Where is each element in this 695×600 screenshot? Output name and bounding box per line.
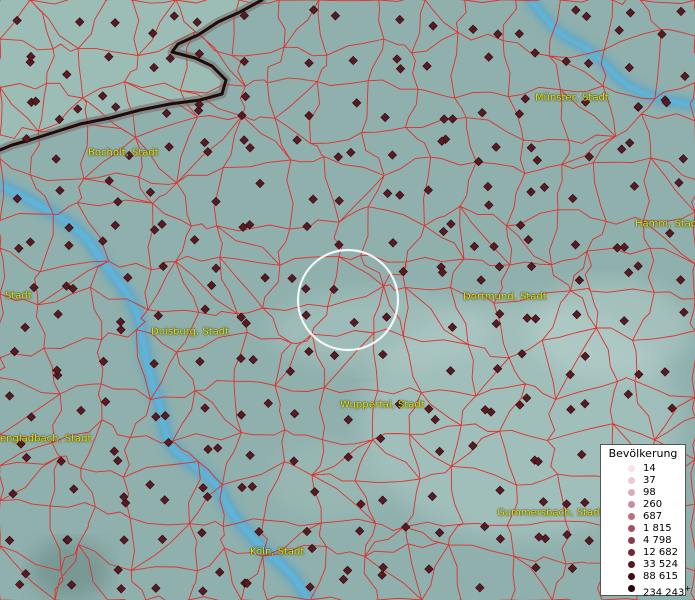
map-view[interactable]: Münster, Stadt Bocholt, Stadt Hamm, Stad… [0,0,695,600]
legend-swatch [628,465,635,472]
legend-entry: 1 815 [601,523,687,535]
legend-value: 234 243 [643,587,685,599]
legend-label: 687 [643,511,663,522]
city-label-bocholt[interactable]: Bocholt, Stadt [88,148,159,159]
city-label-moenchengladbach[interactable]: engladbach, Stadt [0,434,91,445]
legend-entry: 33 524 [601,559,687,571]
legend-label: 14 [643,463,656,474]
legend-plus: + [684,584,692,593]
legend-entry: 260 [601,499,687,511]
legend-entry: 687 [601,511,687,523]
legend-label: 33 524 [643,559,678,570]
legend-entry: 12 682 [601,547,687,559]
legend-swatch [628,549,635,556]
city-label-koeln[interactable]: Köln, Stadt [250,547,304,558]
legend-swatch [628,561,635,568]
legend-swatch [628,513,635,520]
legend-swatch [628,477,635,484]
legend-entry: 4 798 [601,535,687,547]
legend-swatch [628,573,635,580]
legend-swatch [628,537,635,544]
legend-label: 234 243+ [643,583,691,598]
legend-swatch [628,525,635,532]
legend-label: 88 615 [643,571,678,582]
population-legend: Bevölkerung 14 37 98 260 687 1 815 4 798… [600,444,691,598]
city-label-dortmund[interactable]: Dortmund, Stadt [463,292,547,303]
legend-title: Bevölkerung [608,447,678,460]
city-label-wuppertal[interactable]: Wuppertal, Stadt [340,400,425,411]
legend-label: 4 798 [643,535,672,546]
city-label-muenster[interactable]: Münster, Stadt [535,93,609,104]
legend-label: 260 [643,499,663,510]
legend-label: 98 [643,487,656,498]
legend-label: 1 815 [643,523,672,534]
legend-swatch [628,585,635,592]
legend-swatch [628,489,635,496]
city-label-hamm[interactable]: Hamm, Stadt [635,219,695,230]
legend-entry: 234 243+ [601,583,691,598]
city-label-edge-stadt[interactable]: Stadt [5,291,32,302]
legend-entry: 98 [601,487,687,499]
legend-entry: 88 615 [601,571,687,583]
terrain-shade [30,540,110,600]
city-label-gummersbach[interactable]: Gummersbach, Stadt [497,508,603,519]
legend-label: 37 [643,475,656,486]
legend-label: 12 682 [643,547,678,558]
terrain-shade [270,440,390,520]
legend-entry: 14 [601,463,687,475]
city-label-duisburg[interactable]: Duisburg, Stadt [151,327,229,338]
legend-swatch [628,501,635,508]
legend-entry: 37 [601,475,687,487]
